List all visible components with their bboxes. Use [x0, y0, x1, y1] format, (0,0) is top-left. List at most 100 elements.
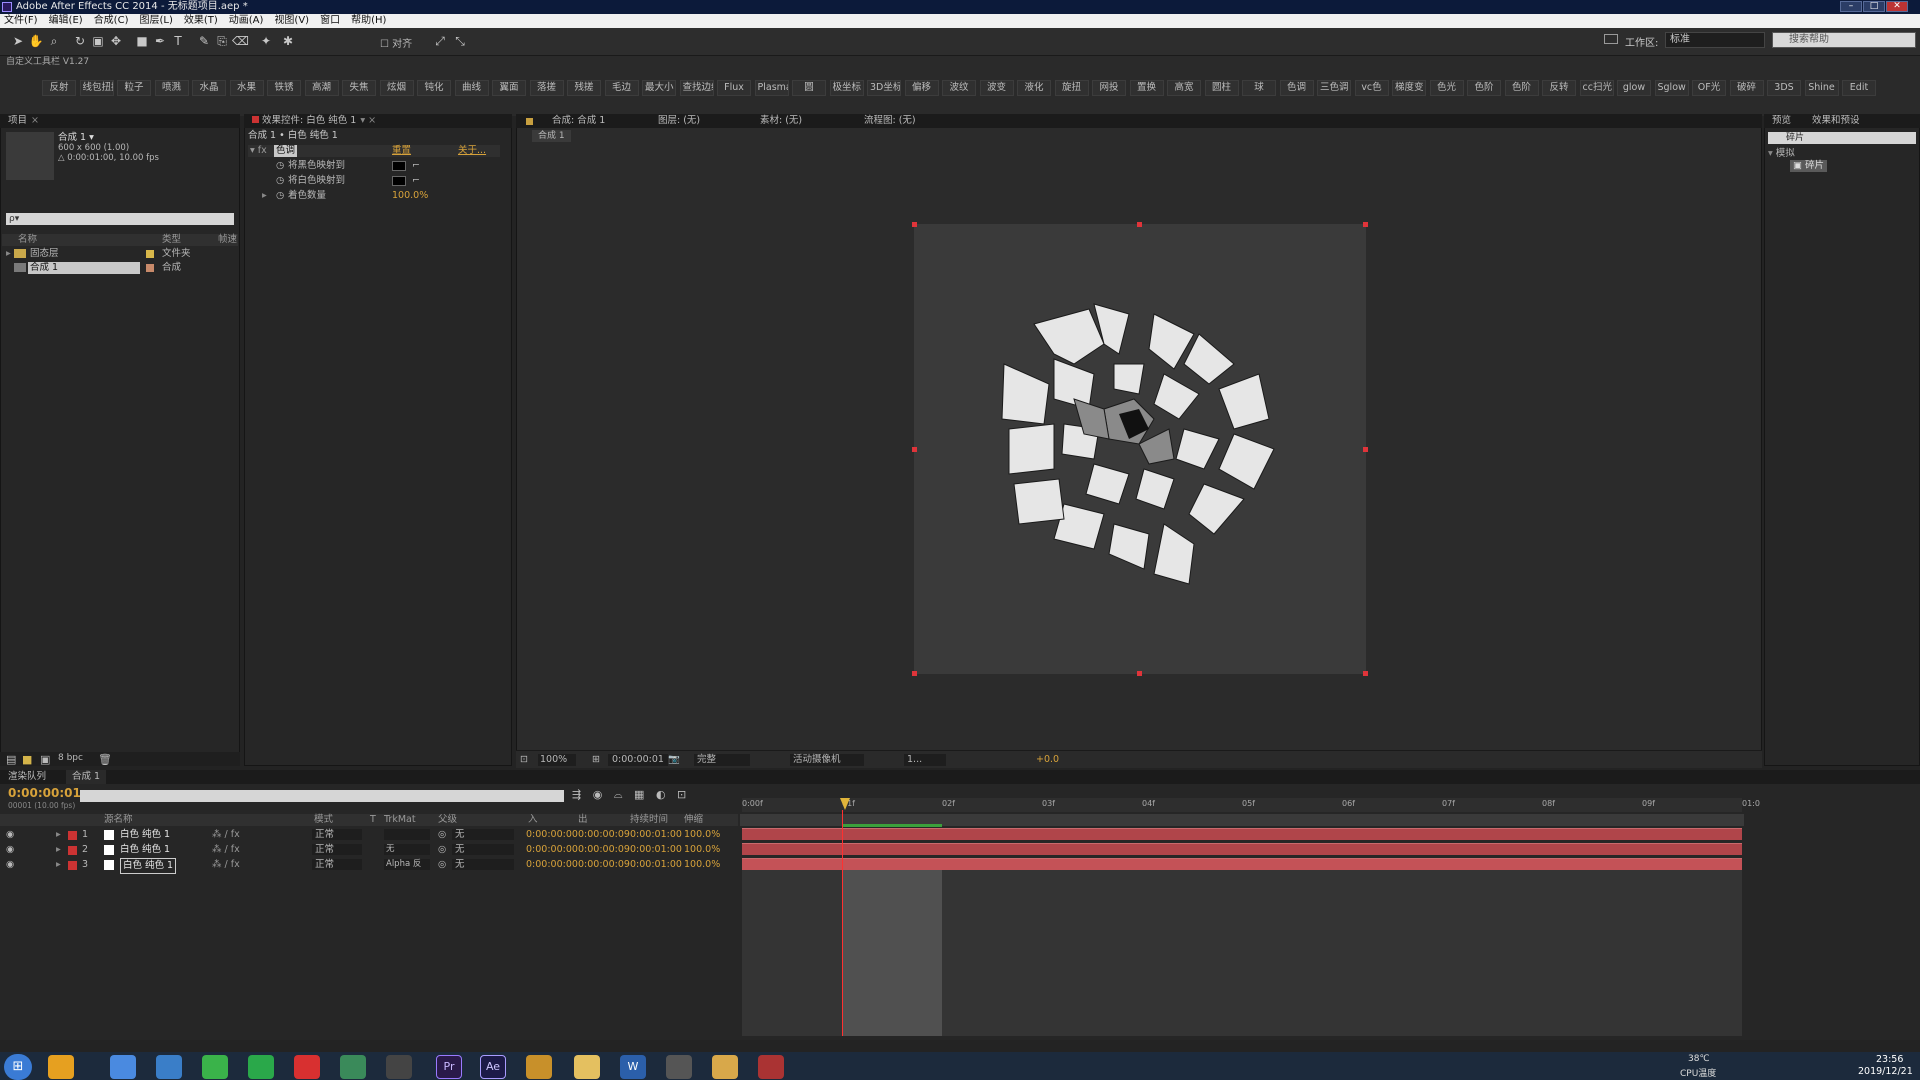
clone-tool-icon[interactable]: ⎘	[214, 33, 230, 49]
roto-tool-icon[interactable]: ✦	[258, 33, 274, 49]
label-color[interactable]	[68, 861, 77, 870]
safe-zones-icon[interactable]: ⊞	[592, 751, 600, 769]
expand-arrow-icon[interactable]: ▸	[56, 828, 61, 842]
wechat-icon[interactable]	[202, 1055, 228, 1079]
effect-result-item[interactable]: ▣ 碎片	[1790, 160, 1828, 172]
puppet-tool-icon[interactable]: ✱	[280, 33, 296, 49]
custom-tool-button[interactable]: 粒子	[117, 80, 151, 96]
custom-tool-button[interactable]: 液化	[1017, 80, 1051, 96]
comp-mini-flowchart-icon[interactable]: ⇶	[572, 788, 581, 801]
custom-tool-button[interactable]: 水晶	[192, 80, 226, 96]
custom-tool-button[interactable]: 圆	[792, 80, 826, 96]
label-color[interactable]	[68, 831, 77, 840]
table-row[interactable]: ◉ ▸ 1 白色 纯色 1 ⁂ / fx 正常 ◎ 无 0:00:00:00 0:00:00:09…	[0, 828, 738, 842]
views-select[interactable]: 1...	[904, 754, 946, 766]
custom-tool-button[interactable]: 失焦	[342, 80, 376, 96]
custom-tool-button[interactable]: 圆柱	[1204, 80, 1239, 96]
custom-tool-button[interactable]: 查找边缘	[679, 80, 714, 96]
clock-date[interactable]: 2019/12/21	[1858, 1066, 1913, 1077]
expand-arrow-icon[interactable]: ▸	[56, 843, 61, 857]
custom-tool-button[interactable]: glow	[1617, 80, 1651, 96]
custom-tool-button[interactable]: 翼面	[492, 80, 526, 96]
stopwatch-icon[interactable]: ◷	[276, 160, 284, 172]
menu-edit[interactable]: 编辑(E)	[49, 14, 83, 28]
eyedropper-icon[interactable]: ⌐	[412, 175, 420, 187]
custom-tool-button[interactable]: 网投	[1092, 80, 1126, 96]
effects-presets-tab[interactable]: 效果和预设	[1812, 114, 1860, 128]
white-color-swatch[interactable]	[392, 176, 406, 186]
transform-handle[interactable]	[912, 222, 917, 227]
toggle-view-icon[interactable]: ⊡	[520, 751, 528, 769]
effects-search-input[interactable]: 碎片	[1768, 132, 1916, 144]
resolution-select[interactable]: 完整	[694, 754, 750, 766]
transform-handle[interactable]	[1137, 671, 1142, 676]
custom-tool-button[interactable]: OF光	[1692, 80, 1726, 96]
current-time-display[interactable]: 0:00:00:01	[608, 754, 668, 766]
camera-tool-icon[interactable]: ▣	[90, 33, 106, 49]
menu-window[interactable]: 窗口	[320, 14, 340, 28]
custom-tool-button[interactable]: 水果	[229, 80, 264, 96]
expand-tool-icon[interactable]: ⤡	[452, 33, 468, 49]
taskbar-gold-icon[interactable]	[526, 1055, 552, 1079]
black-color-swatch[interactable]	[392, 161, 406, 171]
brush-tool-icon[interactable]: ✎	[196, 33, 212, 49]
trkmat-select[interactable]	[384, 829, 430, 840]
custom-tool-button[interactable]: 球	[1242, 80, 1276, 96]
taskbar-browser-icon[interactable]	[110, 1055, 136, 1079]
bpc-label[interactable]: 8 bpc	[58, 753, 83, 763]
custom-tool-button[interactable]: 铁锈	[267, 80, 301, 96]
custom-tool-button[interactable]: 三色调	[1317, 80, 1351, 96]
shy-icon[interactable]: ⌓	[614, 788, 623, 801]
start-button[interactable]: ⊞	[4, 1054, 32, 1080]
about-link[interactable]: 关于...	[458, 145, 486, 157]
zoom-tool-icon[interactable]: ⌕	[46, 33, 62, 49]
taskbar-globe-icon[interactable]	[340, 1055, 366, 1079]
table-row[interactable]: ◉ ▸ 3 白色 纯色 1 ⁂ / fx 正常 Alpha 反 ◎ 无 0:00:00:00 0:0…	[0, 858, 738, 874]
after-effects-icon[interactable]: Ae	[480, 1055, 506, 1079]
custom-tool-button[interactable]: 高宽	[1167, 80, 1201, 96]
zoom-select[interactable]: 100%	[538, 754, 576, 766]
hand-tool-icon[interactable]: ✋	[28, 33, 44, 49]
custom-tool-button[interactable]: vc色	[1354, 80, 1389, 96]
transform-handle[interactable]	[1363, 222, 1368, 227]
help-search-input[interactable]: 搜索帮助	[1772, 32, 1916, 48]
custom-tool-button[interactable]: 3DS	[1767, 80, 1801, 96]
premiere-icon[interactable]: Pr	[436, 1055, 462, 1079]
col-name[interactable]: 名称	[18, 234, 37, 246]
tint-amount-value[interactable]: 100.0%	[392, 190, 428, 202]
snapshot-icon[interactable]: 📷	[668, 751, 680, 769]
custom-tool-button[interactable]: Sglow	[1654, 80, 1689, 96]
project-search-input[interactable]: ρ▾	[6, 213, 234, 225]
rect-tool-icon[interactable]: ■	[134, 33, 150, 49]
custom-tool-button[interactable]: 色阶	[1467, 80, 1501, 96]
custom-tool-button[interactable]: 色调	[1279, 80, 1314, 96]
taskbar-yellow-icon[interactable]	[712, 1055, 738, 1079]
render-queue-tab[interactable]: 渲染队列	[8, 770, 46, 784]
custom-tool-button[interactable]: 毛边	[604, 80, 639, 96]
transform-handle[interactable]	[1137, 222, 1142, 227]
custom-tool-button[interactable]: 波变	[979, 80, 1014, 96]
netease-music-icon[interactable]	[294, 1055, 320, 1079]
exposure-value[interactable]: +0.0	[1036, 751, 1059, 769]
menu-composition[interactable]: 合成(C)	[94, 14, 129, 28]
custom-tool-button[interactable]: 反转	[1542, 80, 1576, 96]
workspace-select[interactable]: 标准	[1665, 32, 1765, 48]
parent-select[interactable]: 无	[452, 829, 514, 840]
menu-view[interactable]: 视图(V)	[274, 14, 309, 28]
menu-file[interactable]: 文件(F)	[4, 14, 38, 28]
project-tab[interactable]: 项目 ×	[0, 114, 240, 128]
custom-tool-button[interactable]: 3D坐标	[867, 80, 901, 96]
layer-bar[interactable]	[742, 828, 1742, 840]
pickwhip-icon[interactable]: ◎	[438, 858, 446, 872]
custom-tool-button[interactable]: 钝化	[417, 80, 451, 96]
eraser-tool-icon[interactable]: ⌫	[232, 33, 249, 49]
custom-tool-button[interactable]: 线包扭摆	[79, 80, 114, 96]
layer-bar[interactable]	[742, 858, 1742, 870]
custom-tool-button[interactable]: 破碎	[1729, 80, 1764, 96]
new-comp-icon[interactable]: ▣	[40, 753, 50, 766]
taskbar-tool-icon[interactable]	[156, 1055, 182, 1079]
maximize-button[interactable]: □	[1863, 1, 1885, 12]
custom-tool-button[interactable]: 色光	[1429, 80, 1464, 96]
custom-tool-button[interactable]: Shine	[1804, 80, 1839, 96]
trkmat-select[interactable]: 无	[384, 844, 430, 855]
